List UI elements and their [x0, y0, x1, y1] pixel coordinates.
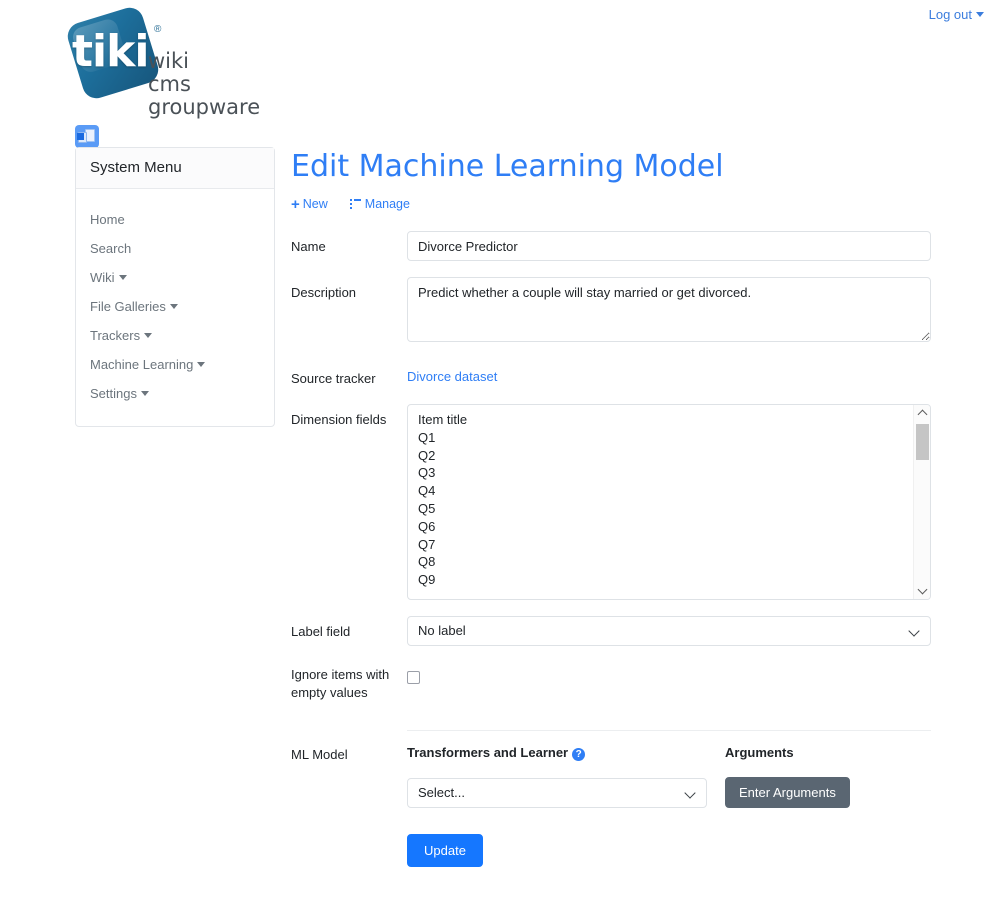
system-menu-title: System Menu	[76, 148, 274, 189]
ml-model-grid: Transformers and Learner? Select... Argu…	[407, 745, 931, 808]
tagline-line-cms: cms	[148, 72, 191, 96]
top-bar: Log out tiki ® wiki cms groupware	[0, 0, 1000, 124]
ml-model-label: ML Model	[291, 747, 348, 762]
assign-module-icon[interactable]	[75, 125, 99, 148]
list-item[interactable]: Q1	[418, 429, 913, 447]
ignore-empty-label: Ignore items with empty values	[291, 667, 390, 700]
form-row-source-tracker: Source tracker Divorce dataset	[291, 363, 931, 388]
new-model-label: New	[302, 197, 328, 211]
list-item[interactable]: Item title	[418, 411, 913, 429]
chevron-down-icon[interactable]	[976, 12, 984, 17]
source-tracker-link[interactable]: Divorce dataset	[407, 363, 497, 384]
chevron-down-icon	[118, 275, 127, 280]
tiki-logo[interactable]: tiki ® wiki cms groupware	[64, 4, 332, 119]
list-item[interactable]: Q2	[418, 447, 913, 465]
ignore-empty-checkbox[interactable]	[407, 671, 420, 684]
form-row-name: Name	[291, 231, 931, 261]
sidebar-item-label: Search	[90, 241, 132, 256]
form-row-label-field: Label field No label	[291, 616, 931, 646]
sidebar-item-label: Home	[90, 212, 125, 227]
sidebar-item-settings[interactable]: Settings	[76, 379, 274, 408]
sidebar-item-trackers[interactable]: Trackers	[76, 321, 274, 350]
chevron-down-icon	[140, 391, 149, 396]
name-input[interactable]	[407, 231, 931, 261]
transformers-select-value: Select...	[418, 785, 465, 800]
label-field-label: Label field	[291, 624, 351, 639]
chevron-down-icon	[169, 304, 178, 309]
listbox-scrollbar[interactable]	[913, 405, 930, 599]
module-marker-icon	[77, 133, 84, 140]
arguments-heading: Arguments	[725, 745, 794, 760]
dimension-fields-options: Item title Q1 Q2 Q3 Q4 Q5 Q6 Q7 Q8 Q9	[408, 405, 913, 599]
system-menu-panel: System Menu Home Search Wiki File Galler…	[75, 147, 275, 427]
sidebar-item-label: Trackers	[90, 328, 141, 343]
form-row-ml-model: ML Model Transformers and Learner? Selec…	[291, 730, 931, 808]
name-label: Name	[291, 239, 326, 254]
logout-link[interactable]: Log out	[929, 7, 972, 22]
form-row-description: Description Predict whether a couple wil…	[291, 277, 931, 347]
dimension-fields-listbox[interactable]: Item title Q1 Q2 Q3 Q4 Q5 Q6 Q7 Q8 Q9	[407, 404, 931, 600]
sidebar-item-search[interactable]: Search	[76, 234, 274, 263]
list-item[interactable]: Q6	[418, 518, 913, 536]
logout-menu[interactable]: Log out	[929, 7, 984, 22]
sidebar-item-label: Machine Learning	[90, 357, 194, 372]
sidebar-item-machine-learning[interactable]: Machine Learning	[76, 350, 274, 379]
main-content: Edit Machine Learning Model + New Manage N…	[291, 148, 931, 867]
sidebar-item-home[interactable]: Home	[76, 205, 274, 234]
plus-icon: +	[291, 196, 300, 213]
transformers-select[interactable]: Select...	[407, 778, 707, 808]
help-icon[interactable]: ?	[572, 748, 586, 761]
chevron-down-icon	[144, 333, 153, 338]
registered-trademark-icon: ®	[154, 24, 162, 35]
list-icon	[349, 199, 361, 209]
chevron-down-icon	[908, 625, 920, 637]
description-label: Description	[291, 285, 357, 300]
update-button[interactable]: Update	[407, 834, 483, 867]
dimension-fields-label: Dimension fields	[291, 412, 387, 427]
system-menu-list: Home Search Wiki File Galleries Trackers…	[76, 189, 274, 426]
sidebar-item-wiki[interactable]: Wiki	[76, 263, 274, 292]
list-item[interactable]: Q7	[418, 536, 913, 554]
sidebar-item-label: Settings	[90, 386, 137, 401]
list-item[interactable]: Q8	[418, 553, 913, 571]
transformers-heading: Transformers and Learner?	[407, 745, 707, 761]
transformers-heading-text: Transformers and Learner	[407, 745, 569, 760]
chevron-down-icon	[684, 787, 696, 799]
sidebar-item-label: File Galleries	[90, 299, 166, 314]
chevron-down-icon	[197, 362, 206, 367]
list-item[interactable]: Q3	[418, 464, 913, 482]
scroll-up-icon[interactable]	[914, 405, 930, 421]
form-row-ignore-empty: Ignore items with empty values	[291, 662, 931, 702]
new-model-link[interactable]: + New	[291, 196, 328, 213]
tiki-logo-tagline: wiki cms groupware	[148, 50, 260, 119]
page-title: Edit Machine Learning Model	[291, 149, 724, 184]
form-row-dimension-fields: Dimension fields Item title Q1 Q2 Q3 Q4 …	[291, 404, 931, 600]
transformers-column: Transformers and Learner? Select...	[407, 745, 707, 808]
ml-model-divider	[407, 730, 931, 731]
sidebar-item-label: Wiki	[90, 270, 115, 285]
list-item[interactable]: Q5	[418, 500, 913, 518]
description-textarea[interactable]: Predict whether a couple will stay marri…	[407, 277, 931, 342]
label-field-select[interactable]: No label	[407, 616, 931, 646]
enter-arguments-button[interactable]: Enter Arguments	[725, 777, 850, 808]
list-item[interactable]: Q4	[418, 482, 913, 500]
label-field-value: No label	[418, 623, 466, 638]
source-tracker-label: Source tracker	[291, 371, 376, 386]
tagline-line-wiki: wiki	[148, 49, 190, 73]
action-bar: + New Manage	[291, 196, 931, 213]
list-item[interactable]: Q9	[418, 571, 913, 589]
scroll-down-icon[interactable]	[914, 583, 930, 599]
scrollbar-thumb[interactable]	[916, 424, 929, 460]
manage-models-label: Manage	[364, 197, 410, 211]
arguments-column: Arguments Enter Arguments	[725, 745, 931, 808]
manage-models-link[interactable]: Manage	[349, 197, 410, 211]
sidebar-item-file-galleries[interactable]: File Galleries	[76, 292, 274, 321]
tagline-line-groupware: groupware	[148, 95, 261, 119]
